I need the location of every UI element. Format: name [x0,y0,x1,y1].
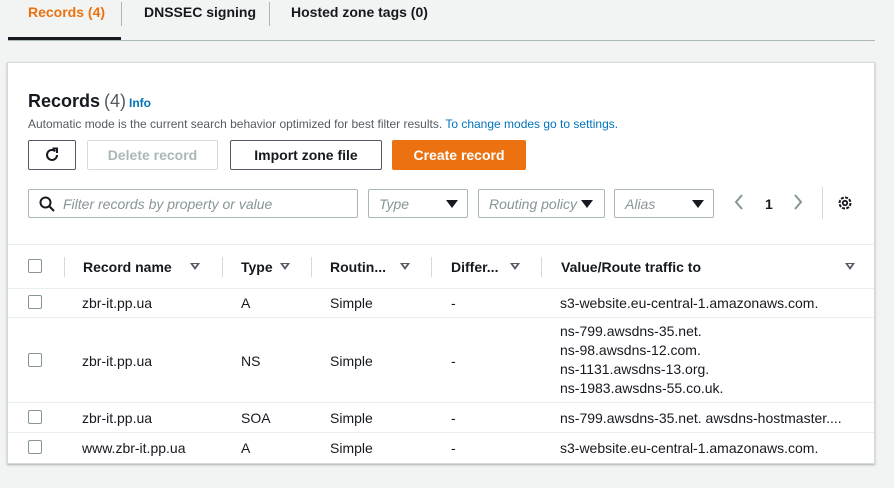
refresh-icon [46,147,58,161]
description-text: Automatic mode is the current search beh… [28,117,443,131]
column-header-value[interactable]: Value/Route traffic to [561,259,701,275]
type-select[interactable]: Type [368,189,468,218]
record-type: A [241,440,251,456]
pager-divider [822,187,823,219]
tab-divider [269,2,270,26]
next-page-icon[interactable] [792,193,804,211]
tab-hosted-zone-tags[interactable]: Hosted zone tags (0) [291,0,428,40]
caret-down-icon [692,200,704,208]
table-row[interactable]: www.zbr-it.pp.ua A Simple - s3-website.e… [8,433,874,462]
delete-record-button[interactable]: Delete record [87,140,218,170]
row-checkbox[interactable] [28,410,42,424]
differentiator: - [451,295,456,311]
routing-policy: Simple [330,295,373,311]
column-header-routing[interactable]: Routin... [330,259,386,275]
alias-select[interactable]: Alias [614,189,714,218]
record-values: s3-website.eu-central-1.amazonaws.com. [560,439,818,458]
row-checkbox[interactable] [28,295,42,309]
records-count: (4) [104,91,127,111]
refresh-button[interactable] [28,140,76,170]
alias-select-label: Alias [625,196,656,212]
record-name: zbr-it.pp.ua [82,295,153,311]
routing-policy: Simple [330,410,373,426]
record-values: s3-website.eu-central-1.amazonaws.com. [560,294,818,313]
record-value: s3-website.eu-central-1.amazonaws.com. [560,440,819,456]
tab-bar: Records (4) DNSSEC signing Hosted zone t… [8,0,875,41]
records-title: Records [28,91,101,111]
sort-icon[interactable] [280,263,290,270]
row-checkbox[interactable] [28,353,42,367]
record-name: zbr-it.pp.ua [82,353,153,369]
routing-policy-select[interactable]: Routing policy [478,189,605,218]
column-divider [222,257,223,277]
search-placeholder: Filter records by property or value [63,196,273,212]
info-link[interactable]: Info [129,96,151,110]
caret-down-icon [446,200,458,208]
record-value: ns-98.awsdns-12.com. [560,342,701,358]
sort-icon[interactable] [510,263,520,270]
row-checkbox[interactable] [28,440,42,454]
record-value: ns-799.awsdns-35.net. awsdns-hostmaster.… [560,410,842,426]
sort-icon[interactable] [400,263,410,270]
gear-icon[interactable] [836,194,854,212]
routing-policy: Simple [330,353,373,369]
active-tab-indicator [8,37,121,40]
differentiator: - [451,440,456,456]
record-name: www.zbr-it.pp.ua [82,440,186,456]
caret-down-icon [581,200,593,208]
tab-dnssec-signing[interactable]: DNSSEC signing [144,0,256,40]
search-mode-description: Automatic mode is the current search beh… [28,117,618,131]
table-row[interactable]: zbr-it.pp.ua SOA Simple - ns-799.awsdns-… [8,403,874,433]
differentiator: - [451,353,456,369]
column-header-record-name[interactable]: Record name [83,259,172,275]
search-icon [39,196,55,212]
column-header-differentiator[interactable]: Differ... [451,259,498,275]
import-zone-file-button[interactable]: Import zone file [230,140,382,170]
records-heading: Records (4) [28,91,126,112]
record-name: zbr-it.pp.ua [82,410,153,426]
table-row[interactable]: zbr-it.pp.ua A Simple - s3-website.eu-ce… [8,288,874,318]
tab-divider [121,2,122,26]
routing-policy-select-label: Routing policy [489,196,577,212]
sort-icon[interactable] [190,263,200,270]
tab-records[interactable]: Records (4) [28,0,105,40]
record-value: ns-1983.awsdns-55.co.uk. [560,380,724,396]
select-all-checkbox[interactable] [28,259,42,273]
column-divider [431,257,432,277]
records-panel: Records (4) Info Automatic mode is the cu… [7,62,875,464]
record-values: ns-799.awsdns-35.net. awsdns-hostmaster.… [560,409,842,428]
page-number[interactable]: 1 [765,196,773,212]
column-divider [311,257,312,277]
search-input[interactable]: Filter records by property or value [28,189,358,218]
type-select-label: Type [379,196,410,212]
sort-icon[interactable] [845,263,855,270]
column-divider [541,257,542,277]
table-row[interactable]: zbr-it.pp.ua NS Simple - ns-799.awsdns-3… [8,318,874,403]
record-value: ns-799.awsdns-35.net. [560,323,702,339]
create-record-button[interactable]: Create record [392,140,526,170]
record-values: ns-799.awsdns-35.net. ns-98.awsdns-12.co… [560,322,723,398]
record-value: ns-1131.awsdns-13.org. [560,361,710,377]
record-type: A [241,295,251,311]
previous-page-icon[interactable] [733,193,745,211]
table-header: Record name Type Routin... Differ... Val… [8,244,874,289]
record-type: NS [241,353,261,369]
column-header-type[interactable]: Type [241,259,273,275]
settings-link[interactable]: To change modes go to settings. [445,117,618,131]
record-type: SOA [241,410,271,426]
column-divider [64,257,65,277]
differentiator: - [451,410,456,426]
routing-policy: Simple [330,440,373,456]
record-value: s3-website.eu-central-1.amazonaws.com. [560,295,819,311]
